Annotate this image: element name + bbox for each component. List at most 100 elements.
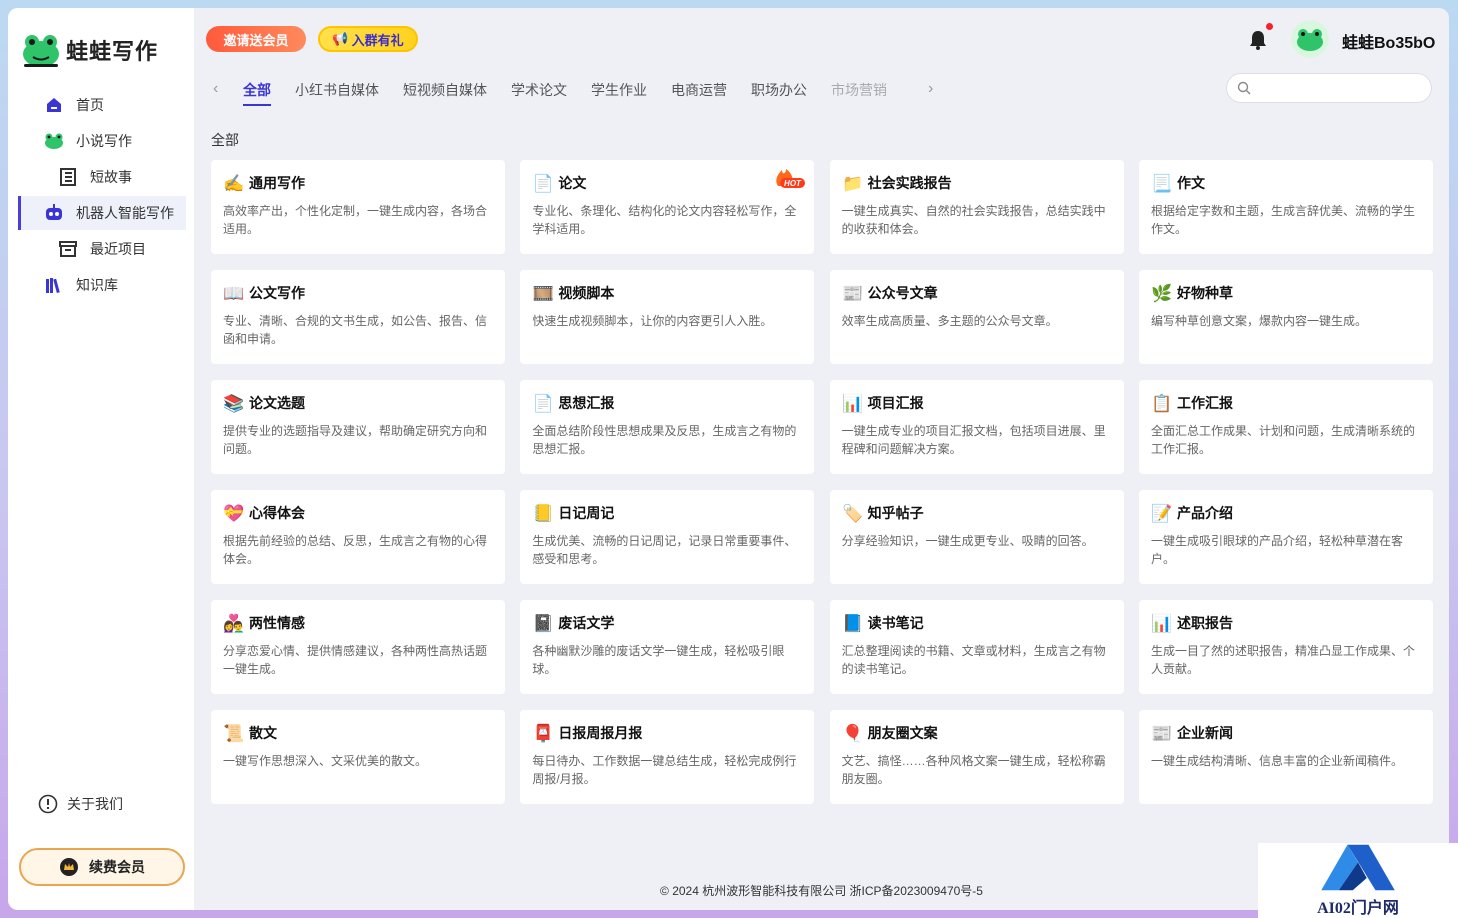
template-card-thesis-topic[interactable]: 📚 论文选题 提供专业的选题指导及建议，帮助确定研究方向和问题。 bbox=[211, 380, 505, 474]
frog-icon bbox=[44, 131, 64, 151]
search-icon bbox=[1237, 81, 1251, 95]
search-box[interactable] bbox=[1226, 73, 1432, 103]
sidebar-item-label: 小说写作 bbox=[76, 133, 132, 149]
watermark-text: AI02门户网 bbox=[1317, 900, 1399, 917]
tab-academic[interactable]: 学术论文 bbox=[511, 80, 567, 100]
sidebar-item-home[interactable]: 首页 bbox=[18, 88, 186, 122]
chart-icon: 📊 bbox=[842, 393, 864, 413]
card-title: 作文 bbox=[1176, 175, 1205, 191]
template-card-reflection[interactable]: 💝 心得体会 根据先前经验的总结、反思，生成言之有物的心得体会。 bbox=[211, 490, 505, 584]
template-card-diary[interactable]: 📒 日记周记 生成优美、流畅的日记周记，记录日常重要事件、感受和思考。 bbox=[520, 490, 815, 584]
card-title: 公众号文章 bbox=[867, 285, 938, 301]
tabs-prev-arrow-icon[interactable]: ‹ bbox=[213, 80, 227, 98]
card-title: 知乎帖子 bbox=[867, 505, 924, 521]
chart-icon: 📊 bbox=[1151, 613, 1173, 633]
template-card-general-writing[interactable]: ✍️ 通用写作 高效率产出，个性化定制，一键生成内容，各场合适用。 bbox=[211, 160, 505, 254]
page-icon: 📄 bbox=[532, 393, 554, 413]
card-title: 朋友圈文案 bbox=[867, 725, 938, 741]
template-card-official-doc[interactable]: 📖 公文写作 专业、清晰、合规的文书生成，如公告、报告、信函和申请。 bbox=[211, 270, 505, 364]
search-input[interactable] bbox=[1257, 80, 1427, 96]
card-desc: 全面总结阶段性思想成果及反思，生成言之有物的思想汇报。 bbox=[532, 424, 797, 456]
template-card-thought-report[interactable]: 📄 思想汇报 全面总结阶段性思想成果及反思，生成言之有物的思想汇报。 bbox=[520, 380, 815, 474]
renew-membership-button[interactable]: 续费会员 bbox=[19, 848, 185, 886]
template-card-thesis[interactable]: 📄 论文 专业化、条理化、结构化的论文内容轻松写作，全学科适用。 HOT bbox=[520, 160, 815, 254]
tab-office[interactable]: 职场办公 bbox=[751, 80, 807, 100]
newspaper-icon: 📰 bbox=[1151, 723, 1173, 743]
sidebar-nav: 首页 小说写作 短故事 机器人智能写作 最近项目 知识库 bbox=[18, 88, 186, 304]
template-card-daily-report[interactable]: 📮 日报周报月报 每日待办、工作数据一键总结生成，轻松完成例行周报/月报。 bbox=[520, 710, 815, 804]
join-group-promo-banner[interactable]: 📢 入群有礼 bbox=[318, 26, 418, 52]
hot-badge-label: HOT bbox=[784, 179, 802, 188]
card-title: 日报周报月报 bbox=[558, 725, 643, 741]
notification-dot bbox=[1266, 23, 1273, 30]
template-card-relationships[interactable]: 👩‍❤️‍👨 两性情感 分享恋爱心情、提供情感建议，各种两性高热话题一键生成。 bbox=[211, 600, 505, 694]
template-card-reading-notes[interactable]: 📘 读书笔记 汇总整理阅读的书籍、文章或材料，生成言之有物的读书笔记。 bbox=[829, 600, 1124, 694]
template-card-essay[interactable]: 📃 作文 根据给定字数和主题，生成言辞优美、流畅的学生作文。 bbox=[1138, 160, 1433, 254]
card-title: 企业新闻 bbox=[1176, 725, 1233, 741]
sidebar-item-label: 最近项目 bbox=[90, 241, 146, 257]
frog-logo-icon bbox=[23, 35, 59, 67]
template-card-nonsense-lit[interactable]: 📓 废话文学 各种幽默沙雕的废话文学一键生成，轻松吸引眼球。 bbox=[520, 600, 815, 694]
notebook-icon: 📒 bbox=[532, 503, 554, 523]
template-card-video-script[interactable]: 🎞️ 视频脚本 快速生成视频脚本，让你的内容更引人入胜。 bbox=[520, 270, 815, 364]
tab-ecommerce[interactable]: 电商运营 bbox=[671, 80, 727, 100]
template-card-product-recommend[interactable]: 🌿 好物种草 编写种草创意文案，爆款内容一键生成。 bbox=[1138, 270, 1433, 364]
brand[interactable]: 蛙蛙写作 bbox=[20, 30, 158, 70]
template-card-social-practice[interactable]: 📁 社会实践报告 一键生成真实、自然的社会实践报告，总结实践中的收获和体会。 bbox=[829, 160, 1124, 254]
card-title: 论文选题 bbox=[249, 395, 305, 411]
memo-icon: 📝 bbox=[1151, 503, 1173, 523]
sidebar-item-robot-writing[interactable]: 机器人智能写作 bbox=[18, 196, 186, 230]
template-card-project-report[interactable]: 📊 项目汇报 一键生成专业的项目汇报文档，包括项目进展、里程碑和问题解决方案。 bbox=[829, 380, 1124, 474]
template-card-prose[interactable]: 📜 散文 一键写作思想深入、文采优美的散文。 bbox=[211, 710, 505, 804]
card-desc: 每日待办、工作数据一键总结生成，轻松完成例行周报/月报。 bbox=[532, 754, 797, 786]
newspaper-icon: 📰 bbox=[842, 283, 864, 303]
card-desc: 专业、清晰、合规的文书生成，如公告、报告、信函和申请。 bbox=[223, 314, 488, 346]
app-window: 蛙蛙写作 首页 小说写作 短故事 机器人智能写作 最近项目 知识库 关于我们 续… bbox=[8, 8, 1449, 910]
card-desc: 一键生成吸引眼球的产品介绍，轻松种草潜在客户。 bbox=[1150, 534, 1403, 566]
card-title: 产品介绍 bbox=[1176, 505, 1233, 521]
sidebar-item-novel[interactable]: 小说写作 bbox=[18, 124, 186, 158]
info-icon bbox=[38, 794, 58, 814]
page-icon: 📃 bbox=[1151, 173, 1173, 193]
clipboard-icon: 📋 bbox=[1151, 393, 1173, 413]
sidebar-item-recent-projects[interactable]: 最近项目 bbox=[18, 232, 186, 266]
avatar[interactable] bbox=[1291, 20, 1329, 58]
books-icon bbox=[44, 275, 64, 295]
tab-marketing[interactable]: 市场营销 bbox=[831, 80, 887, 100]
template-card-product-intro[interactable]: 📝 产品介绍 一键生成吸引眼球的产品介绍，轻松种草潜在客户。 bbox=[1138, 490, 1433, 584]
postbox-icon: 📮 bbox=[532, 723, 554, 743]
bell-icon[interactable] bbox=[1246, 28, 1270, 52]
tab-xiaohongshu[interactable]: 小红书自媒体 bbox=[295, 80, 379, 100]
invite-promo-banner[interactable]: 邀请送会员 bbox=[206, 26, 306, 52]
template-card-wechat-article[interactable]: 📰 公众号文章 效率生成高质量、多主题的公众号文章。 bbox=[829, 270, 1124, 364]
template-card-work-report[interactable]: 📋 工作汇报 全面汇总工作成果、计划和问题，生成清晰系统的工作汇报。 bbox=[1138, 380, 1433, 474]
template-card-company-news[interactable]: 📰 企业新闻 一键生成结构清晰、信息丰富的企业新闻稿件。 bbox=[1138, 710, 1433, 804]
robot-icon bbox=[44, 203, 64, 223]
template-card-zhihu-post[interactable]: 🏷️ 知乎帖子 分享经验知识，一键生成更专业、吸睛的回答。 bbox=[829, 490, 1124, 584]
hot-badge-icon: HOT bbox=[776, 169, 806, 188]
couple-icon: 👩‍❤️‍👨 bbox=[223, 613, 245, 633]
card-desc: 分享恋爱心情、提供情感建议，各种两性高热话题一键生成。 bbox=[223, 644, 488, 676]
username[interactable]: 蛙蛙Bo35bO bbox=[1342, 29, 1435, 53]
sidebar-item-knowledge-base[interactable]: 知识库 bbox=[18, 268, 186, 302]
tab-short-video[interactable]: 短视频自媒体 bbox=[403, 80, 487, 100]
card-desc: 根据给定字数和主题，生成言辞优美、流畅的学生作文。 bbox=[1150, 204, 1415, 236]
sidebar-item-short-story[interactable]: 短故事 bbox=[18, 160, 186, 194]
card-title: 心得体会 bbox=[249, 505, 305, 521]
sidebar: 蛙蛙写作 首页 小说写作 短故事 机器人智能写作 最近项目 知识库 关于我们 续… bbox=[8, 8, 194, 910]
about-us-link[interactable]: 关于我们 bbox=[38, 794, 123, 814]
watermark-logo-icon bbox=[1321, 844, 1395, 891]
home-icon bbox=[44, 95, 64, 115]
renew-label: 续费会员 bbox=[89, 859, 145, 875]
tab-all[interactable]: 全部 bbox=[243, 80, 271, 106]
template-grid: ✍️ 通用写作 高效率产出，个性化定制，一键生成内容，各场合适用。 📄 论文 专业化… bbox=[211, 160, 1433, 804]
card-title: 散文 bbox=[249, 725, 277, 741]
tab-student[interactable]: 学生作业 bbox=[591, 80, 647, 100]
card-desc: 一键生成真实、自然的社会实践报告，总结实践中的收获和体会。 bbox=[841, 204, 1106, 236]
template-card-duty-report[interactable]: 📊 述职报告 生成一目了然的述职报告，精准凸显工作成果、个人贡献。 bbox=[1138, 600, 1433, 694]
card-title: 社会实践报告 bbox=[867, 175, 952, 191]
tabs-next-arrow-icon[interactable]: › bbox=[928, 80, 942, 98]
notebook-icon: 📓 bbox=[532, 613, 554, 633]
archive-icon bbox=[58, 239, 78, 259]
template-card-moments-copy[interactable]: 🎈 朋友圈文案 文艺、搞怪……各种风格文案一键生成，轻松称霸朋友圈。 bbox=[829, 710, 1124, 804]
